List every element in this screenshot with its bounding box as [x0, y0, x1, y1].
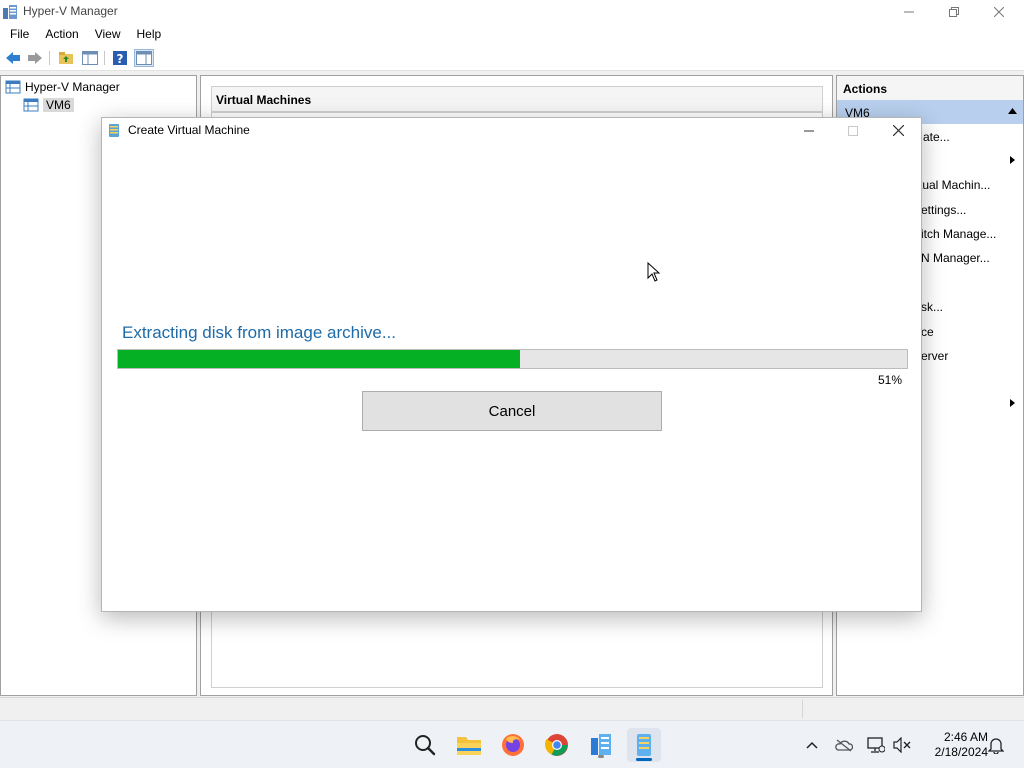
hyper-v-manager-icon — [5, 80, 21, 93]
search-icon — [415, 735, 436, 756]
chevron-up-icon — [806, 741, 818, 749]
action-virtual-san-manager[interactable]: N Manager... — [921, 251, 990, 265]
window-title: Hyper-V Manager — [23, 4, 118, 18]
show-hidden-icons-button[interactable] — [802, 735, 822, 755]
active-indicator — [636, 758, 652, 761]
submenu-arrow-icon — [1010, 156, 1015, 164]
mouse-pointer-icon — [647, 262, 661, 282]
tree-node-label: Hyper-V Manager — [25, 79, 120, 94]
show-hide-console-tree-icon — [82, 51, 98, 65]
toolbar-separator — [49, 51, 50, 65]
forward-button[interactable] — [25, 49, 45, 67]
dialog-close-button[interactable] — [876, 118, 920, 143]
dialog-minimize-button[interactable] — [787, 118, 831, 143]
tree-node-label: VM6 — [43, 97, 74, 112]
back-button[interactable] — [3, 49, 23, 67]
quick-create-icon — [109, 124, 119, 137]
status-bar-divider — [802, 700, 803, 718]
dialog-title: Create Virtual Machine — [128, 123, 250, 137]
svg-text:?: ? — [117, 52, 124, 66]
action-quick-create[interactable]: ate... — [923, 130, 950, 144]
tree-node-hyper-v-manager[interactable]: Hyper-V Manager — [5, 78, 120, 95]
submenu-arrow-icon — [1010, 399, 1015, 407]
taskbar: 2:46 AM 2/18/2024 — [0, 720, 1024, 768]
create-virtual-machine-dialog: Create Virtual Machine Extracting disk f… — [101, 117, 922, 612]
close-icon — [892, 125, 904, 136]
taskbar-file-explorer[interactable] — [453, 729, 485, 761]
hyper-v-app-icon — [3, 5, 17, 19]
progress-percent: 51% — [877, 373, 902, 387]
clock-date: 2/18/2024 — [934, 745, 988, 759]
action-remove-server[interactable]: erver — [921, 349, 948, 363]
menu-view[interactable]: View — [87, 23, 129, 45]
dialog-maximize-button — [831, 118, 875, 143]
progress-bar-fill — [118, 350, 520, 368]
notifications-icon — [988, 738, 1004, 754]
minimize-icon — [904, 11, 914, 12]
network-icon — [867, 737, 885, 753]
taskbar-chrome[interactable] — [541, 729, 573, 761]
minimize-button[interactable] — [886, 0, 932, 23]
running-indicator — [598, 755, 604, 758]
restore-button[interactable] — [931, 0, 977, 23]
section-title: Virtual Machines — [216, 93, 312, 107]
up-one-level-button[interactable] — [56, 49, 76, 67]
file-explorer-icon — [457, 737, 481, 755]
maximize-icon — [848, 125, 858, 136]
progress-status-text: Extracting disk from image archive... — [122, 323, 396, 342]
forward-arrow-icon — [28, 52, 42, 64]
help-button[interactable]: ? — [110, 49, 130, 67]
clock-time: 2:46 AM — [943, 730, 988, 744]
hyper-v-quick-create-icon — [637, 734, 651, 756]
tray-volume[interactable] — [892, 735, 912, 755]
firefox-icon — [502, 734, 524, 756]
show-hide-action-pane-button[interactable] — [134, 49, 154, 67]
onedrive-icon — [835, 739, 853, 752]
taskbar-quick-create[interactable] — [627, 728, 661, 762]
taskbar-hyper-v-manager[interactable] — [585, 729, 617, 761]
taskbar-clock[interactable]: 2:46 AM 2/18/2024 — [920, 730, 988, 760]
actions-title: Actions — [843, 82, 888, 96]
menu-bar: File Action View Help — [0, 23, 1024, 45]
action-inspect-disk[interactable]: sk... — [921, 300, 943, 314]
hyper-v-manager-icon — [591, 734, 611, 755]
action-stop-service[interactable]: ce — [921, 325, 934, 339]
taskbar-search-button[interactable] — [409, 729, 441, 761]
dialog-titlebar[interactable]: Create Virtual Machine — [102, 118, 921, 143]
taskbar-firefox[interactable] — [497, 729, 529, 761]
cancel-button[interactable]: Cancel — [362, 391, 662, 431]
close-button[interactable] — [976, 0, 1022, 23]
collapse-up-icon — [1008, 108, 1017, 114]
progress-bar — [117, 349, 908, 369]
toolbar-separator — [104, 51, 105, 65]
properties-icon — [136, 51, 152, 65]
menu-help[interactable]: Help — [129, 23, 170, 45]
close-icon — [994, 6, 1004, 17]
server-icon — [23, 98, 39, 111]
back-arrow-icon — [6, 52, 20, 64]
tray-network[interactable] — [866, 735, 886, 755]
show-hide-console-tree-button[interactable] — [80, 49, 100, 67]
action-import-virtual-machine[interactable]: tual Machin... — [919, 178, 990, 192]
action-virtual-switch-manager[interactable]: itch Manage... — [921, 227, 996, 241]
actions-header: Actions — [837, 76, 1023, 100]
chrome-icon — [545, 734, 568, 756]
tray-notifications[interactable] — [986, 735, 1006, 755]
menu-action[interactable]: Action — [37, 23, 86, 45]
help-icon: ? — [113, 51, 127, 66]
tray-onedrive[interactable] — [834, 735, 854, 755]
status-bar — [0, 697, 1024, 720]
toolbar: ? — [0, 45, 1024, 71]
volume-muted-icon — [893, 737, 911, 753]
virtual-machines-section-header: Virtual Machines — [211, 86, 823, 112]
folder-up-icon — [59, 52, 73, 64]
restore-icon — [949, 6, 959, 17]
window-titlebar[interactable]: Hyper-V Manager — [0, 0, 1024, 23]
minimize-icon — [804, 130, 814, 131]
action-hyper-v-settings[interactable]: ettings... — [921, 203, 966, 217]
tree-node-vm6[interactable]: VM6 — [23, 96, 74, 113]
menu-file[interactable]: File — [2, 23, 37, 45]
